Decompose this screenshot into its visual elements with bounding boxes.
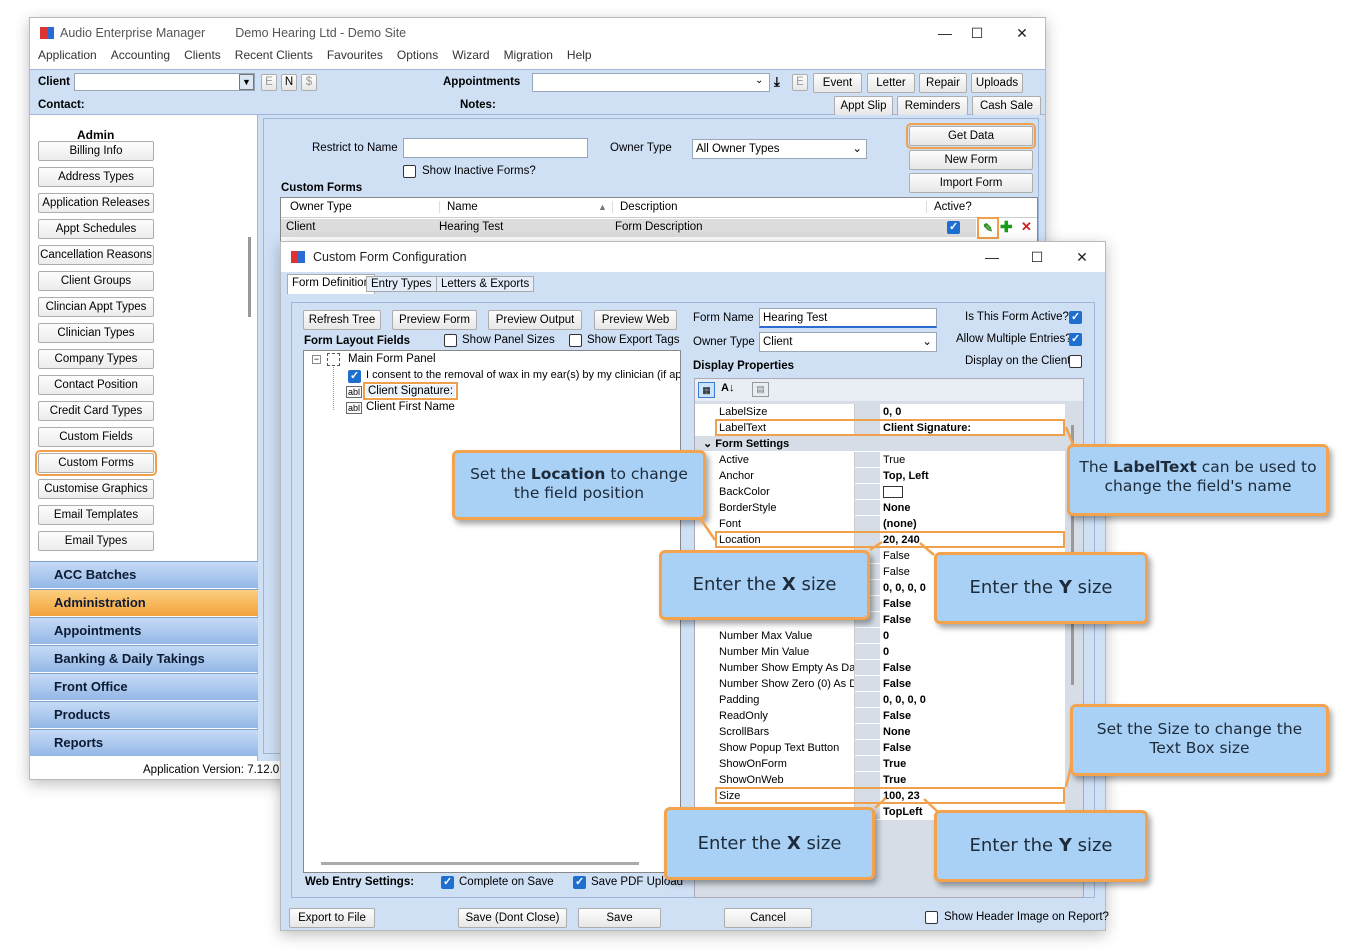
pointer-size-y [923, 798, 939, 813]
pointer-size [1064, 761, 1074, 788]
callout-pointers [698, 426, 1076, 813]
pointer-location-x [869, 540, 883, 552]
pointer-size-x [874, 797, 887, 809]
pointer-labeltext [1064, 426, 1076, 448]
pointer-location [698, 517, 717, 541]
pointer-location-y [919, 542, 935, 556]
